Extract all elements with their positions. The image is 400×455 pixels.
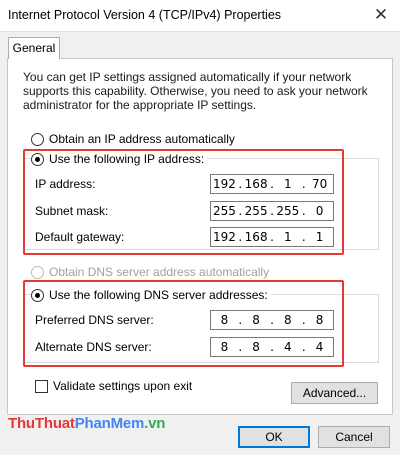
preferred-dns-octet-3[interactable]: 8 [274, 313, 301, 327]
description-text: You can get IP settings assigned automat… [23, 70, 368, 112]
watermark-part-2: Thuat [34, 415, 75, 432]
gateway-octet-1[interactable]: 192 [211, 230, 238, 244]
alternate-dns-octet-3[interactable]: 4 [274, 340, 301, 354]
default-gateway-label: Default gateway: [35, 230, 125, 244]
watermark-part-4: .vn [144, 415, 166, 432]
use-following-ip-option[interactable]: Use the following IP address: [31, 152, 208, 166]
ip-octet-3[interactable]: 1 [274, 177, 301, 191]
alternate-dns-label: Alternate DNS server: [35, 340, 152, 354]
ip-octet-4[interactable]: 70 [306, 177, 333, 191]
gateway-octet-2[interactable]: 168 [243, 230, 270, 244]
close-icon[interactable]: ✕ [370, 4, 392, 26]
ip-address-field[interactable]: 192. 168. 1. 70 [210, 174, 334, 194]
watermark-part-1: Thu [8, 415, 35, 432]
ok-button[interactable]: OK [238, 426, 310, 448]
preferred-dns-label: Preferred DNS server: [35, 313, 154, 327]
obtain-dns-auto-option: Obtain DNS server address automatically [31, 265, 269, 279]
title-bar: Internet Protocol Version 4 (TCP/IPv4) P… [0, 0, 400, 31]
use-following-dns-option[interactable]: Use the following DNS server addresses: [31, 288, 271, 302]
subnet-octet-4[interactable]: 0 [306, 204, 333, 218]
obtain-dns-auto-label: Obtain DNS server address automatically [49, 265, 270, 279]
alternate-dns-octet-4[interactable]: 4 [306, 340, 333, 354]
subnet-octet-3[interactable]: 255 [274, 204, 301, 218]
validate-settings-option[interactable]: Validate settings upon exit [35, 379, 192, 393]
cancel-button[interactable]: Cancel [318, 426, 390, 448]
subnet-octet-1[interactable]: 255 [211, 204, 238, 218]
obtain-ip-auto-label: Obtain an IP address automatically [49, 132, 235, 146]
alternate-dns-field[interactable]: 8. 8. 4. 4 [210, 337, 334, 357]
window-title: Internet Protocol Version 4 (TCP/IPv4) P… [8, 8, 282, 22]
preferred-dns-octet-4[interactable]: 8 [306, 313, 333, 327]
ip-address-label: IP address: [35, 177, 96, 191]
alternate-dns-octet-2[interactable]: 8 [243, 340, 270, 354]
tab-general[interactable]: General [8, 37, 60, 59]
ip-octet-1[interactable]: 192 [211, 177, 238, 191]
watermark-part-3: PhanMem [74, 415, 145, 432]
default-gateway-field[interactable]: 192. 168. 1. 1 [210, 227, 334, 247]
subnet-mask-label: Subnet mask: [35, 204, 109, 218]
gateway-octet-4[interactable]: 1 [306, 230, 333, 244]
preferred-dns-octet-2[interactable]: 8 [243, 313, 270, 327]
use-following-ip-radio[interactable] [31, 152, 44, 166]
gateway-octet-3[interactable]: 1 [274, 230, 301, 244]
validate-settings-label: Validate settings upon exit [53, 379, 193, 393]
use-following-dns-label: Use the following DNS server addresses: [49, 288, 268, 302]
subnet-octet-2[interactable]: 255 [243, 204, 270, 218]
ip-octet-2[interactable]: 168 [243, 177, 270, 191]
obtain-ip-auto-radio[interactable] [31, 132, 44, 146]
preferred-dns-octet-1[interactable]: 8 [211, 313, 238, 327]
validate-settings-checkbox[interactable] [35, 379, 48, 393]
watermark-logo: ThuThuatPhanMem.vn [8, 415, 165, 432]
obtain-ip-auto-option[interactable]: Obtain an IP address automatically [31, 132, 235, 146]
preferred-dns-field[interactable]: 8. 8. 8. 8 [210, 310, 334, 330]
use-following-ip-label: Use the following IP address: [49, 152, 205, 166]
obtain-dns-auto-radio [31, 265, 44, 279]
use-following-dns-radio[interactable] [31, 288, 44, 302]
alternate-dns-octet-1[interactable]: 8 [211, 340, 238, 354]
advanced-button[interactable]: Advanced... [291, 382, 378, 404]
subnet-mask-field[interactable]: 255. 255. 255. 0 [210, 201, 334, 221]
